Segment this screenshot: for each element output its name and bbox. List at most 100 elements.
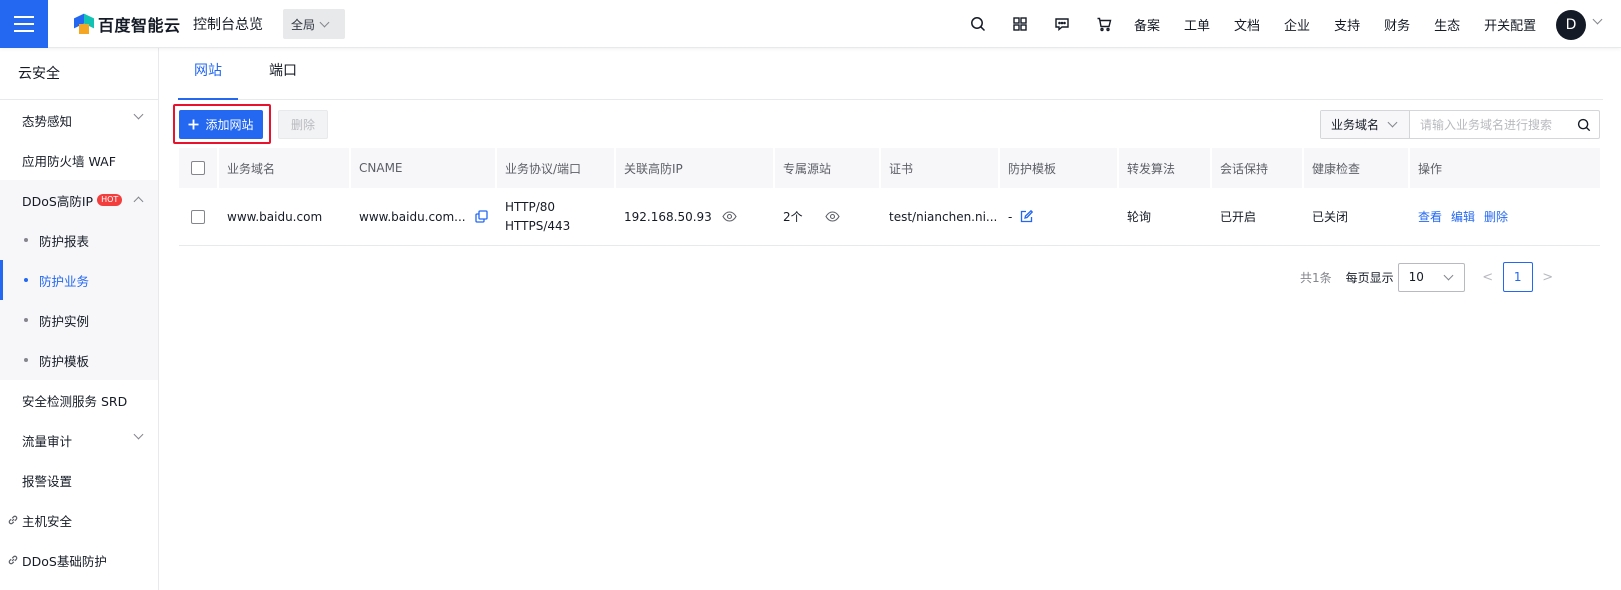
nav-link-ecosystem[interactable]: 生态 <box>1434 15 1460 34</box>
edit-icon[interactable] <box>1018 209 1034 225</box>
chevron-down-icon[interactable] <box>1592 14 1603 25</box>
brand-logo[interactable]: 百度智能云 <box>74 12 181 36</box>
sidebar-subitem-protection-template[interactable]: 防护模板 <box>0 340 158 380</box>
hot-badge: HOT <box>97 194 123 206</box>
template-value: - <box>1008 209 1013 224</box>
search-input[interactable] <box>1410 117 1569 132</box>
cell-session: 已开启 <box>1220 210 1257 224</box>
nav-link-enterprise[interactable]: 企业 <box>1284 15 1310 34</box>
col-header-template: 防护模板 <box>1000 148 1119 188</box>
sidebar-item-situation-awareness[interactable]: 态势感知 <box>0 100 158 140</box>
region-select[interactable]: 全局 <box>283 9 345 39</box>
sidebar-item-ddos-high-defense[interactable]: DDoS高防IP HOT <box>0 180 158 220</box>
eye-icon[interactable] <box>722 209 738 225</box>
origin-value: 2个 <box>783 210 803 224</box>
search-bar: 业务域名 <box>1320 110 1600 139</box>
sidebar-item-host-security[interactable]: 主机安全 <box>0 500 158 540</box>
page-number-button[interactable]: 1 <box>1502 262 1533 292</box>
sidebar-subitem-protection-instance[interactable]: 防护实例 <box>0 300 158 340</box>
col-header-origin: 专属源站 <box>775 148 881 188</box>
user-avatar[interactable]: D <box>1556 10 1586 40</box>
row-checkbox[interactable] <box>191 209 205 224</box>
sidebar-item-label: 态势感知 <box>22 113 73 129</box>
nav-link-ticket[interactable]: 工单 <box>1184 15 1210 34</box>
ip-value: 192.168.50.93 <box>624 209 712 224</box>
tab-port[interactable]: 端口 <box>258 48 308 100</box>
select-all-checkbox[interactable] <box>191 161 205 175</box>
link-icon <box>8 555 18 565</box>
cell-cert: test/nianchen.ni... <box>889 209 998 224</box>
per-page-label: 每页显示 <box>1345 270 1394 285</box>
prev-page-button[interactable]: < <box>1473 270 1503 285</box>
sidebar-item-label: 防护报表 <box>39 233 90 249</box>
cell-cname: www.baidu.com... <box>351 188 497 245</box>
chevron-down-icon <box>319 17 330 27</box>
search-icon[interactable] <box>968 14 988 34</box>
sidebar-item-label: 防护实例 <box>39 313 90 329</box>
chevron-down-icon <box>133 109 144 120</box>
sidebar-subitem-protection-business[interactable]: 防护业务 <box>0 260 158 300</box>
view-link[interactable]: 查看 <box>1418 208 1442 225</box>
tab-website[interactable]: 网站 <box>178 48 238 100</box>
col-header-algorithm: 转发算法 <box>1119 148 1212 188</box>
sidebar-item-label: 主机安全 <box>22 513 73 529</box>
pagination: 共1条 每页显示 10 < 1 > <box>1300 262 1563 292</box>
sidebar-item-alarm-settings[interactable]: 报警设置 <box>0 460 158 500</box>
sidebar-item-srd[interactable]: 安全检测服务 SRD <box>0 380 158 420</box>
message-icon[interactable] <box>1052 14 1072 34</box>
add-website-button[interactable]: 添加网站 <box>179 110 263 139</box>
baidu-cloud-logo-icon <box>74 13 94 34</box>
search-icon[interactable] <box>1569 111 1599 138</box>
protocol-line: HTTP/80 <box>505 199 556 214</box>
hamburger-menu-icon[interactable] <box>0 0 48 48</box>
eye-icon[interactable] <box>825 209 841 225</box>
add-website-label: 添加网站 <box>205 118 254 132</box>
sidebar-item-label: DDoS基础防护 <box>22 553 107 569</box>
search-type-select[interactable]: 业务域名 <box>1321 111 1410 138</box>
sidebar-item-label: 流量审计 <box>22 433 73 449</box>
col-header-actions: 操作 <box>1418 161 1443 176</box>
apps-grid-icon[interactable] <box>1010 14 1030 34</box>
sidebar: 云安全 态势感知 应用防火墙 WAF DDoS高防IP HOT 防护报表 防护业… <box>0 48 159 590</box>
sidebar-item-traffic-audit[interactable]: 流量审计 <box>0 420 158 460</box>
search-type-value: 业务域名 <box>1331 118 1380 132</box>
col-header-cname: CNAME <box>351 148 497 188</box>
delete-link[interactable]: 删除 <box>1484 208 1508 225</box>
nav-link-finance[interactable]: 财务 <box>1384 15 1410 34</box>
edit-link[interactable]: 编辑 <box>1451 208 1475 225</box>
page-size-select[interactable]: 10 <box>1397 262 1465 292</box>
cart-icon[interactable] <box>1094 14 1114 34</box>
col-header-cert: 证书 <box>881 148 1000 188</box>
sidebar-item-label: 防护业务 <box>39 273 90 289</box>
website-table: 业务域名 CNAME 业务协议/端口 关联高防IP 专属源站 证书 防护模板 转… <box>179 148 1600 246</box>
page-size-value: 10 <box>1408 270 1424 284</box>
nav-link-support[interactable]: 支持 <box>1334 15 1360 34</box>
table-row: www.baidu.com www.baidu.com... HTTP/80 H… <box>179 188 1600 246</box>
nav-link-beian[interactable]: 备案 <box>1134 15 1160 34</box>
cname-value: www.baidu.com... <box>359 209 466 224</box>
col-header-ip: 关联高防IP <box>616 148 775 188</box>
link-icon <box>8 515 18 525</box>
chevron-down-icon <box>133 429 144 440</box>
sidebar-item-label: 防护模板 <box>39 353 90 369</box>
cell-actions: 查看 编辑 删除 <box>1410 188 1600 245</box>
nav-link-docs[interactable]: 文档 <box>1234 15 1260 34</box>
console-overview-link[interactable]: 控制台总览 <box>193 14 263 34</box>
delete-button[interactable]: 删除 <box>278 110 328 139</box>
sidebar-item-label: 应用防火墙 WAF <box>22 153 116 169</box>
chevron-down-icon <box>1443 270 1454 280</box>
sidebar-subitem-protection-report[interactable]: 防护报表 <box>0 220 158 260</box>
copy-icon[interactable] <box>474 209 490 225</box>
main-content: 网站 端口 添加网站 删除 业务域名 业务域名 CNAME 业务协议/端口 关联… <box>160 48 1621 590</box>
cell-health: 已关闭 <box>1312 210 1349 224</box>
next-page-button[interactable]: > <box>1533 270 1563 285</box>
sidebar-item-ddos-basic[interactable]: DDoS基础防护 <box>0 540 158 580</box>
cell-ip: 192.168.50.93 <box>616 188 775 245</box>
cell-protocol: HTTP/80 HTTPS/443 <box>497 188 616 245</box>
chevron-down-icon <box>1387 117 1398 128</box>
sidebar-item-label: 报警设置 <box>22 473 73 489</box>
plus-icon <box>188 119 199 130</box>
nav-link-switch-config[interactable]: 开关配置 <box>1484 15 1536 34</box>
total-count: 共1条 <box>1300 270 1332 285</box>
sidebar-item-waf[interactable]: 应用防火墙 WAF <box>0 140 158 180</box>
